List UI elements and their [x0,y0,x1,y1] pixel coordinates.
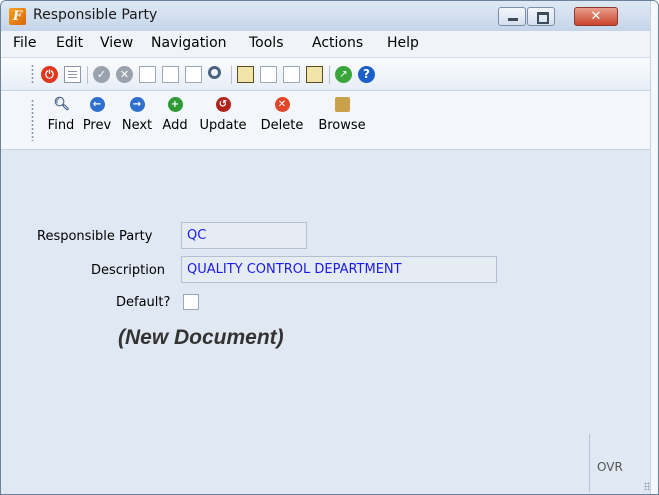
select-icon[interactable] [185,66,202,83]
document-status: (New Document) [118,326,284,349]
close-icon: ✕ [590,9,602,24]
default-label: Default? [116,295,171,310]
app-window: F Responsible Party ✕ File Edit View Nav… [0,0,659,495]
menu-actions[interactable]: Actions [312,35,363,51]
paste-icon[interactable] [162,66,179,83]
check-icon[interactable]: ✓ [93,66,110,83]
copy-icon[interactable] [139,66,156,83]
menu-navigation[interactable]: Navigation [151,35,227,51]
menu-edit[interactable]: Edit [56,35,83,51]
menu-help[interactable]: Help [387,35,419,51]
find-button[interactable]: 🔍︎ Find [47,97,75,145]
form-area: Responsible Party QC Description QUALITY… [1,150,658,494]
responsible-party-label: Responsible Party [37,229,153,244]
search-icon: 🔍︎ [53,97,71,112]
menu-file[interactable]: File [13,35,36,51]
toolbar-separator [87,66,88,84]
user-doc-icon[interactable] [283,66,300,83]
status-panel: OVR [589,434,630,492]
description-label: Description [91,263,166,278]
folder-icon [334,97,350,112]
prev-label: Prev [82,118,112,133]
title-bar[interactable]: F Responsible Party ✕ [1,1,658,31]
arrow-left-icon: ← [89,97,105,112]
chart-icon[interactable]: ↗ [335,66,352,83]
delete-button[interactable]: ✕ Delete [257,97,307,145]
toolbar-grip[interactable] [31,64,34,84]
maximize-button[interactable] [527,7,555,26]
toolbar-grip[interactable] [31,99,34,141]
update-label: Update [199,118,247,133]
browse-button[interactable]: Browse [315,97,369,145]
plus-icon: + [167,97,183,112]
default-checkbox[interactable] [183,294,199,310]
delete-label: Delete [260,118,304,133]
minimize-icon [508,18,518,21]
browse-label: Browse [318,118,366,133]
maximize-icon [537,12,549,24]
power-icon[interactable]: ⏻ [41,66,58,83]
attach-icon[interactable] [260,66,277,83]
next-button[interactable]: → Next [119,97,155,145]
next-label: Next [121,118,153,133]
notepad-icon[interactable] [237,66,254,83]
toolbar-separator [231,66,232,84]
print-icon[interactable] [64,66,81,83]
app-logo-icon: F [9,8,26,25]
find-label: Find [47,118,75,133]
cancel-icon[interactable]: ✕ [116,66,133,83]
add-label: Add [162,118,188,133]
description-field[interactable]: QUALITY CONTROL DEPARTMENT [181,256,497,283]
zoom-icon[interactable] [208,66,221,79]
close-button[interactable]: ✕ [574,7,618,26]
menu-tools[interactable]: Tools [249,35,284,51]
menu-bar: File Edit View Navigation Tools Actions … [1,31,658,58]
help-icon[interactable]: ? [358,66,375,83]
menu-view[interactable]: View [100,35,133,51]
delete-icon: ✕ [274,97,290,112]
responsible-party-field[interactable]: QC [181,222,307,249]
navigation-toolbar: 🔍︎ Find ← Prev → Next + Add ↺ Update ✕ D… [1,91,658,150]
prev-button[interactable]: ← Prev [81,97,113,145]
right-frame-edge [650,1,658,494]
refresh-icon: ↺ [215,97,231,112]
update-button[interactable]: ↺ Update [195,97,251,145]
add-button[interactable]: + Add [161,97,189,145]
minimize-button[interactable] [498,7,526,26]
standard-toolbar: ⏻ ✓ ✕ ↗ ? [1,58,658,91]
arrow-right-icon: → [129,97,145,112]
window-title: Responsible Party [33,7,158,23]
overwrite-indicator: OVR [597,460,623,474]
toolbar-separator [329,66,330,84]
calendar-icon[interactable] [306,66,323,83]
